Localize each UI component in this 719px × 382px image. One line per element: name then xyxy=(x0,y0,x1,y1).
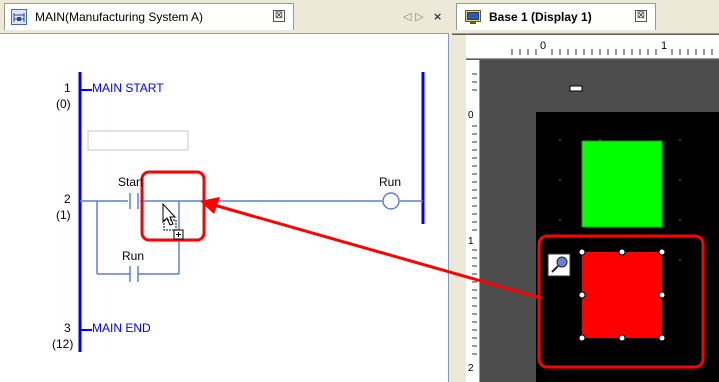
ladder-editor-pane: MAIN(Manufacturing System A) ⊠ ◁ ▷ × 1 (… xyxy=(0,0,449,382)
main-start-instruction[interactable]: MAIN START xyxy=(92,81,164,95)
tab-base-1-label: Base 1 (Display 1) xyxy=(489,10,592,24)
tab-base-1[interactable]: Base 1 (Display 1) ⊠ xyxy=(456,3,656,30)
right-tab-bar: Base 1 (Display 1) ⊠ xyxy=(452,0,719,34)
run-contact-label[interactable]: Run xyxy=(122,249,144,263)
ruler-mark-0: 0 xyxy=(540,40,547,52)
tab-main-ladder[interactable]: MAIN(Manufacturing System A) ⊠ xyxy=(4,3,294,30)
green-lamp-part xyxy=(581,140,663,228)
tab-close-icon[interactable]: ⊠ xyxy=(635,10,647,22)
screen-editor-pane: Base 1 (Display 1) ⊠ 0 1 0 1 2 xyxy=(452,0,719,382)
ruler-gutter xyxy=(452,35,466,382)
vruler-mark-0: 0 xyxy=(468,110,474,121)
tab-scroll-arrows-icon[interactable]: ◁ ▷ xyxy=(403,10,423,23)
vertical-ruler: 0 1 2 xyxy=(466,60,480,382)
main-end-instruction[interactable]: MAIN END xyxy=(92,321,151,335)
start-contact-label[interactable]: Start xyxy=(118,175,143,189)
screen-canvas[interactable] xyxy=(480,60,719,382)
tab-main-label: MAIN(Manufacturing System A) xyxy=(35,10,204,24)
rung-3-number: 3 xyxy=(64,321,71,335)
horizontal-ruler: 0 1 xyxy=(466,35,719,59)
rung-2-step: (1) xyxy=(56,208,71,222)
left-tab-bar: MAIN(Manufacturing System A) ⊠ ◁ ▷ × xyxy=(0,0,449,34)
ladder-diagram: 1 (0) MAIN START 2 (1) Start Run Run 3 (… xyxy=(0,34,449,382)
tab-close-icon[interactable]: ⊠ xyxy=(273,10,285,22)
drag-copy-cursor-icon xyxy=(162,202,184,240)
rung-1-step: (0) xyxy=(56,97,71,111)
screen-display-icon xyxy=(465,9,481,25)
ladder-program-icon xyxy=(11,9,27,25)
rung-1-number: 1 xyxy=(64,81,71,95)
vruler-mark-1: 1 xyxy=(468,236,474,247)
ruler-mark-1: 1 xyxy=(661,40,668,52)
pane-close-icon[interactable]: × xyxy=(433,10,442,23)
rung-3-step: (12) xyxy=(52,337,74,351)
rung-2-number: 2 xyxy=(64,192,71,206)
vruler-mark-2: 2 xyxy=(468,363,474,374)
run-coil-label[interactable]: Run xyxy=(379,175,401,189)
